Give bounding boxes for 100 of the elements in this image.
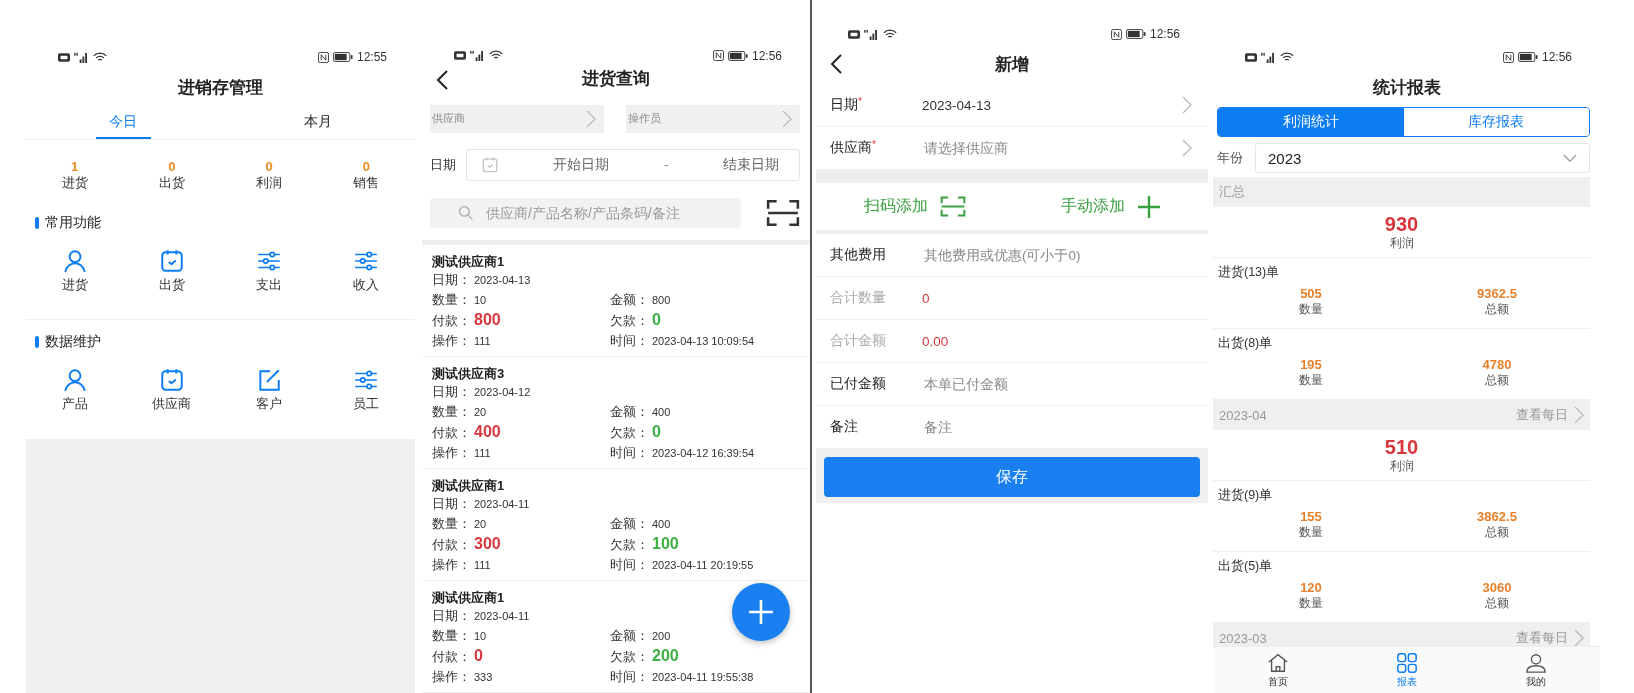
block-title: 进货(9)单	[1218, 487, 1274, 503]
field-label: 数量：	[432, 291, 471, 309]
year-label: 年份	[1217, 149, 1243, 167]
supplier-name: 测试供应商1	[432, 477, 506, 495]
field-label: 日期	[830, 96, 858, 114]
field-label: 付款：	[432, 537, 471, 554]
signal-icon	[74, 51, 89, 63]
plus-icon	[1136, 194, 1161, 219]
function-item[interactable]: 供应商	[123, 367, 221, 413]
search-icon	[458, 204, 474, 221]
year-dropdown[interactable]: 2023	[1255, 143, 1590, 173]
person-icon	[1524, 651, 1547, 674]
tab[interactable]: 本月	[290, 107, 345, 139]
debt-amount: 200	[652, 646, 679, 666]
function-item[interactable]: 员工	[317, 367, 415, 413]
field-value: 333	[474, 669, 493, 685]
field-label: 时间：	[610, 556, 649, 574]
search-field[interactable]: 供应商/产品名称/产品条码/备注	[430, 197, 741, 228]
status-time: 12:56	[1149, 27, 1180, 41]
field-label: 金额：	[610, 403, 649, 421]
field-value: 2023-04-12	[474, 385, 531, 400]
section-title: 常用功能	[45, 213, 101, 232]
debt-amount: 0	[652, 310, 661, 330]
input-field[interactable]: 本单已付金额	[922, 375, 1192, 393]
input-field[interactable]: 备注	[922, 418, 1192, 436]
hd-icon	[454, 51, 466, 61]
signal-icon	[1261, 51, 1276, 63]
chevron-down-icon	[1563, 153, 1577, 163]
nfc-icon	[712, 50, 724, 62]
field-label: 日期：	[432, 272, 471, 289]
status-time: 12:56	[1541, 50, 1572, 64]
field-label: 数量：	[432, 403, 471, 421]
function-item[interactable]: 进货	[26, 248, 124, 294]
field-label: 供应商	[830, 139, 872, 157]
stat-label: 总额	[1485, 301, 1509, 318]
field-value: 2023-04-11	[474, 497, 530, 512]
screen-title: 新增	[995, 53, 1029, 76]
field-label: 金额：	[610, 627, 649, 645]
back-icon[interactable]	[830, 54, 842, 74]
section-marker	[35, 216, 39, 229]
stat-label: 出货	[158, 174, 185, 191]
stat-value: 0	[362, 160, 370, 174]
field-label: 金额：	[610, 515, 649, 533]
segment-tab[interactable]: 利润统计	[1218, 108, 1404, 136]
nav-item[interactable]: 首页	[1213, 647, 1342, 693]
input-field[interactable]: 请选择供应商	[922, 139, 1182, 157]
block-title: 进货(13)单	[1218, 264, 1281, 280]
field-label: 日期：	[432, 496, 471, 513]
chevron-right-icon	[782, 109, 792, 128]
supplier-name: 测试供应商1	[432, 589, 506, 607]
battery-icon	[727, 50, 748, 61]
field-label: 操作：	[432, 332, 471, 350]
group-title: 2023-03	[1219, 630, 1267, 646]
add-button[interactable]	[732, 583, 790, 641]
stat-value: 0	[168, 160, 176, 174]
profit-label: 利润	[1389, 457, 1414, 475]
function-item[interactable]: 出货	[123, 248, 221, 294]
hd-icon	[58, 52, 70, 62]
field-value: 20	[474, 404, 487, 420]
nav-item[interactable]: 报表	[1342, 647, 1471, 693]
paid-amount: 800	[474, 310, 501, 330]
back-icon[interactable]	[436, 69, 448, 90]
battery-icon	[332, 52, 353, 62]
signal-icon	[864, 28, 879, 40]
save-button[interactable]: 保存	[824, 457, 1200, 497]
plus-icon	[748, 599, 774, 625]
function-item[interactable]: 支出	[220, 248, 318, 294]
function-item[interactable]: 收入	[317, 248, 415, 294]
block-title: 出货(5)单	[1218, 558, 1274, 574]
function-item[interactable]: 产品	[26, 367, 124, 413]
scan-icon[interactable]	[766, 197, 800, 228]
nav-item[interactable]: 我的	[1471, 647, 1600, 693]
field-value: 111	[474, 557, 491, 573]
hd-icon	[848, 29, 860, 39]
field-label: 数量：	[432, 627, 471, 645]
field-value: 2023-04-13 10:09:54	[652, 333, 755, 349]
stat-value: 120	[1300, 580, 1322, 595]
supplier-name: 测试供应商1	[432, 253, 506, 271]
stat-value: 505	[1300, 286, 1322, 301]
function-item[interactable]: 客户	[220, 367, 318, 413]
end-date-placeholder: 结束日期	[723, 155, 779, 174]
stat-label: 数量	[1299, 524, 1323, 541]
screen-title: 进销存管理	[178, 76, 263, 99]
status-time: 12:56	[751, 48, 782, 63]
stat-label: 销售	[353, 174, 380, 191]
section-title: 数据维护	[45, 332, 101, 351]
field-label: 日期：	[432, 384, 471, 401]
nfc-icon	[1110, 28, 1122, 40]
group-title: 汇总	[1219, 183, 1245, 201]
edit-icon	[256, 367, 283, 393]
scan-add-button[interactable]: 扫码添加	[863, 195, 966, 218]
tab[interactable]: 今日	[96, 107, 151, 139]
manual-add-button[interactable]: 手动添加	[1060, 194, 1161, 219]
field-label: 合计金额	[830, 332, 887, 350]
wifi-icon	[93, 51, 107, 63]
required-mark: *	[872, 139, 876, 150]
field-value: 400	[652, 516, 671, 532]
date-range-field[interactable]: 开始日期 - 结束日期	[466, 148, 800, 181]
input-field[interactable]: 其他费用或优惠(可小于0)	[922, 246, 1192, 264]
stat-value: 9362.5	[1477, 286, 1517, 301]
